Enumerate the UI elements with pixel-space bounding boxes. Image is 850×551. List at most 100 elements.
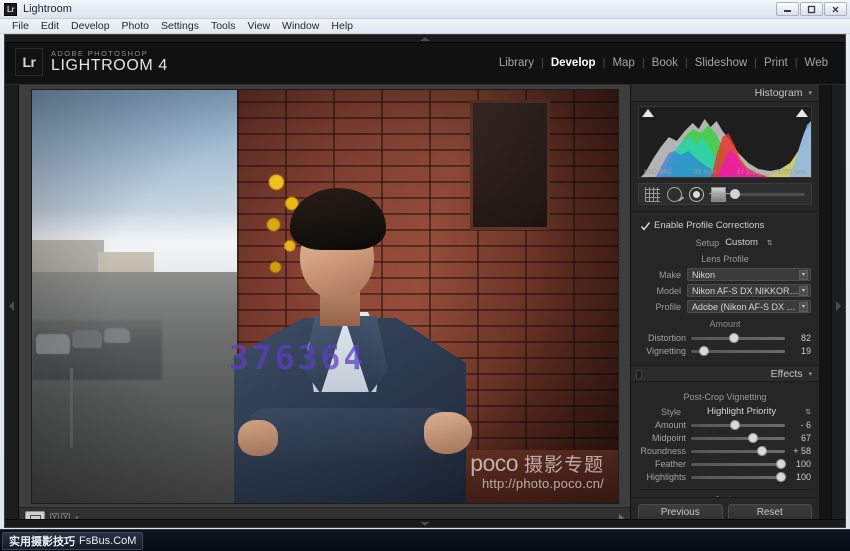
module-library[interactable]: Library — [492, 57, 541, 69]
adjustment-brush-size-slider[interactable] — [730, 189, 805, 199]
vignette-amount-slider-knob[interactable] — [730, 420, 741, 430]
vignetting-slider-track[interactable] — [691, 346, 785, 356]
model-value: Nikon AF-S DX NIKKOR 35mm… — [692, 285, 799, 296]
module-web[interactable]: Web — [798, 57, 835, 69]
menu-photo[interactable]: Photo — [116, 20, 155, 32]
photo-street-region — [32, 272, 237, 503]
menu-tools[interactable]: Tools — [205, 20, 242, 32]
chevron-up-icon — [420, 36, 430, 41]
vignette-amount-label: Amount — [654, 420, 686, 430]
profile-dropdown[interactable]: Adobe (Nikon AF-S DX NIKKO… ▾ — [687, 300, 811, 313]
distortion-slider-knob[interactable] — [729, 333, 740, 343]
right-panel: Histogram ▾ ISO 640 35 mm f / 2.5 1/50 s… — [630, 85, 819, 527]
midpoint-slider-track[interactable] — [691, 433, 785, 443]
vignette-amount-slider-track[interactable] — [691, 420, 785, 430]
photo-preview[interactable]: 376364 poco 摄影专题 http://photo.poco.cn/ — [32, 90, 618, 503]
top-panel-collapse-toggle[interactable] — [5, 35, 845, 43]
model-dropdown[interactable]: Nikon AF-S DX NIKKOR 35mm… ▾ — [687, 284, 811, 297]
module-book[interactable]: Book — [645, 57, 685, 69]
feather-slider-row[interactable]: Feather 100 — [639, 459, 811, 469]
vignetting-slider-knob[interactable] — [699, 346, 710, 356]
style-label: Style — [660, 406, 681, 417]
distortion-slider-track[interactable] — [691, 333, 785, 343]
filmstrip-collapse-toggle[interactable] — [5, 519, 845, 527]
feather-slider-knob[interactable] — [776, 459, 787, 469]
profile-row[interactable]: Profile Adobe (Nikon AF-S DX NIKKO… ▾ — [639, 300, 811, 313]
right-panel-collapse-toggle[interactable] — [831, 85, 845, 527]
updown-arrows-icon: ⇅ — [766, 239, 773, 247]
maximize-icon[interactable] — [800, 2, 823, 16]
close-icon[interactable] — [824, 2, 847, 16]
identity-plate-bar: Lr ADOBE PHOTOSHOP LIGHTROOM 4 Library |… — [5, 43, 845, 85]
enable-profile-corrections-label: Enable Profile Corrections — [654, 220, 765, 231]
setup-value: Custom — [725, 237, 758, 248]
profile-label: Profile — [655, 301, 681, 312]
highlights-slider-track[interactable] — [691, 472, 787, 482]
develop-tool-strip — [638, 183, 812, 205]
setup-row[interactable]: Setup Custom ⇅ — [639, 237, 811, 248]
histogram-aperture: f / 2.5 — [737, 167, 757, 176]
menu-edit[interactable]: Edit — [35, 20, 65, 32]
checkmark-icon — [641, 221, 650, 231]
menu-file[interactable]: File — [6, 20, 35, 32]
module-print[interactable]: Print — [757, 57, 795, 69]
histogram-panel-header[interactable]: Histogram ▾ — [631, 85, 819, 102]
identity-plate[interactable]: Lr ADOBE PHOTOSHOP LIGHTROOM 4 — [15, 48, 168, 76]
style-row[interactable]: Style Highlight Priority ⇅ — [639, 406, 811, 417]
distortion-label: Distortion — [647, 333, 686, 343]
red-eye-correction-icon[interactable] — [689, 186, 704, 202]
feather-slider-track[interactable] — [691, 459, 787, 469]
model-row[interactable]: Model Nikon AF-S DX NIKKOR 35mm… ▾ — [639, 284, 811, 297]
feather-value: 100 — [795, 459, 811, 469]
make-row[interactable]: Make Nikon ▾ — [639, 268, 811, 281]
midpoint-slider-knob[interactable] — [748, 433, 759, 443]
feather-label: Feather — [654, 459, 686, 469]
menu-view[interactable]: View — [241, 20, 276, 32]
minimize-icon[interactable] — [776, 2, 799, 16]
menu-help[interactable]: Help — [325, 20, 359, 32]
panel-switch-icon[interactable] — [636, 370, 642, 379]
chevron-down-icon — [420, 521, 430, 526]
module-slideshow[interactable]: Slideshow — [688, 57, 754, 69]
distortion-slider-row[interactable]: Distortion 82 — [639, 333, 811, 343]
crop-overlay-icon[interactable] — [645, 186, 660, 202]
watermark-brand: poco — [470, 450, 519, 477]
midpoint-slider-row[interactable]: Midpoint 67 — [639, 433, 811, 443]
highlight-clipping-indicator-icon[interactable] — [796, 109, 808, 117]
midpoint-value: 67 — [800, 433, 811, 443]
taskbar-item[interactable]: 实用摄影技巧 FsBus.CoM — [2, 531, 144, 550]
spot-removal-icon[interactable] — [667, 186, 682, 202]
menu-develop[interactable]: Develop — [65, 20, 116, 32]
product-name: LIGHTROOM 4 — [51, 56, 168, 74]
midpoint-label: Midpoint — [651, 433, 686, 443]
histogram-graph[interactable]: ISO 640 35 mm f / 2.5 1/50 sec — [638, 106, 812, 178]
chevron-down-icon: ▾ — [799, 301, 808, 312]
roundness-slider-track[interactable] — [691, 446, 785, 456]
shadow-clipping-indicator-icon[interactable] — [642, 109, 654, 117]
make-dropdown[interactable]: Nikon ▾ — [687, 268, 811, 281]
roundness-slider-row[interactable]: Roundness + 58 — [639, 446, 811, 456]
poco-watermark: poco 摄影专题 http://photo.poco.cn/ — [470, 451, 604, 491]
watermark-url: http://photo.poco.cn/ — [481, 476, 604, 492]
photo-car-3 — [104, 328, 130, 343]
module-develop[interactable]: Develop — [544, 57, 603, 69]
menu-bar: File Edit Develop Photo Settings Tools V… — [0, 19, 850, 34]
roundness-slider-knob[interactable] — [756, 446, 767, 456]
menu-settings[interactable]: Settings — [155, 20, 205, 32]
roundness-value: + 58 — [793, 446, 811, 456]
highlights-slider-knob[interactable] — [776, 472, 787, 482]
module-map[interactable]: Map — [605, 57, 641, 69]
graduated-filter-icon[interactable] — [709, 186, 730, 202]
highlights-label: Highlights — [646, 472, 686, 482]
histogram-iso: ISO 640 — [644, 167, 672, 176]
make-value: Nikon — [692, 269, 716, 280]
enable-profile-corrections-row[interactable]: Enable Profile Corrections — [639, 216, 811, 234]
vignette-amount-slider-row[interactable]: Amount - 6 — [639, 420, 811, 430]
left-panel-collapse-toggle[interactable] — [5, 85, 19, 527]
vignetting-slider-row[interactable]: Vignetting 19 — [639, 346, 811, 356]
effects-panel-header[interactable]: Effects ▾ — [631, 365, 819, 382]
vignette-amount-value: - 6 — [800, 420, 811, 430]
photo-car-2 — [72, 330, 102, 348]
menu-window[interactable]: Window — [276, 20, 325, 32]
highlights-slider-row[interactable]: Highlights 100 — [639, 472, 811, 482]
